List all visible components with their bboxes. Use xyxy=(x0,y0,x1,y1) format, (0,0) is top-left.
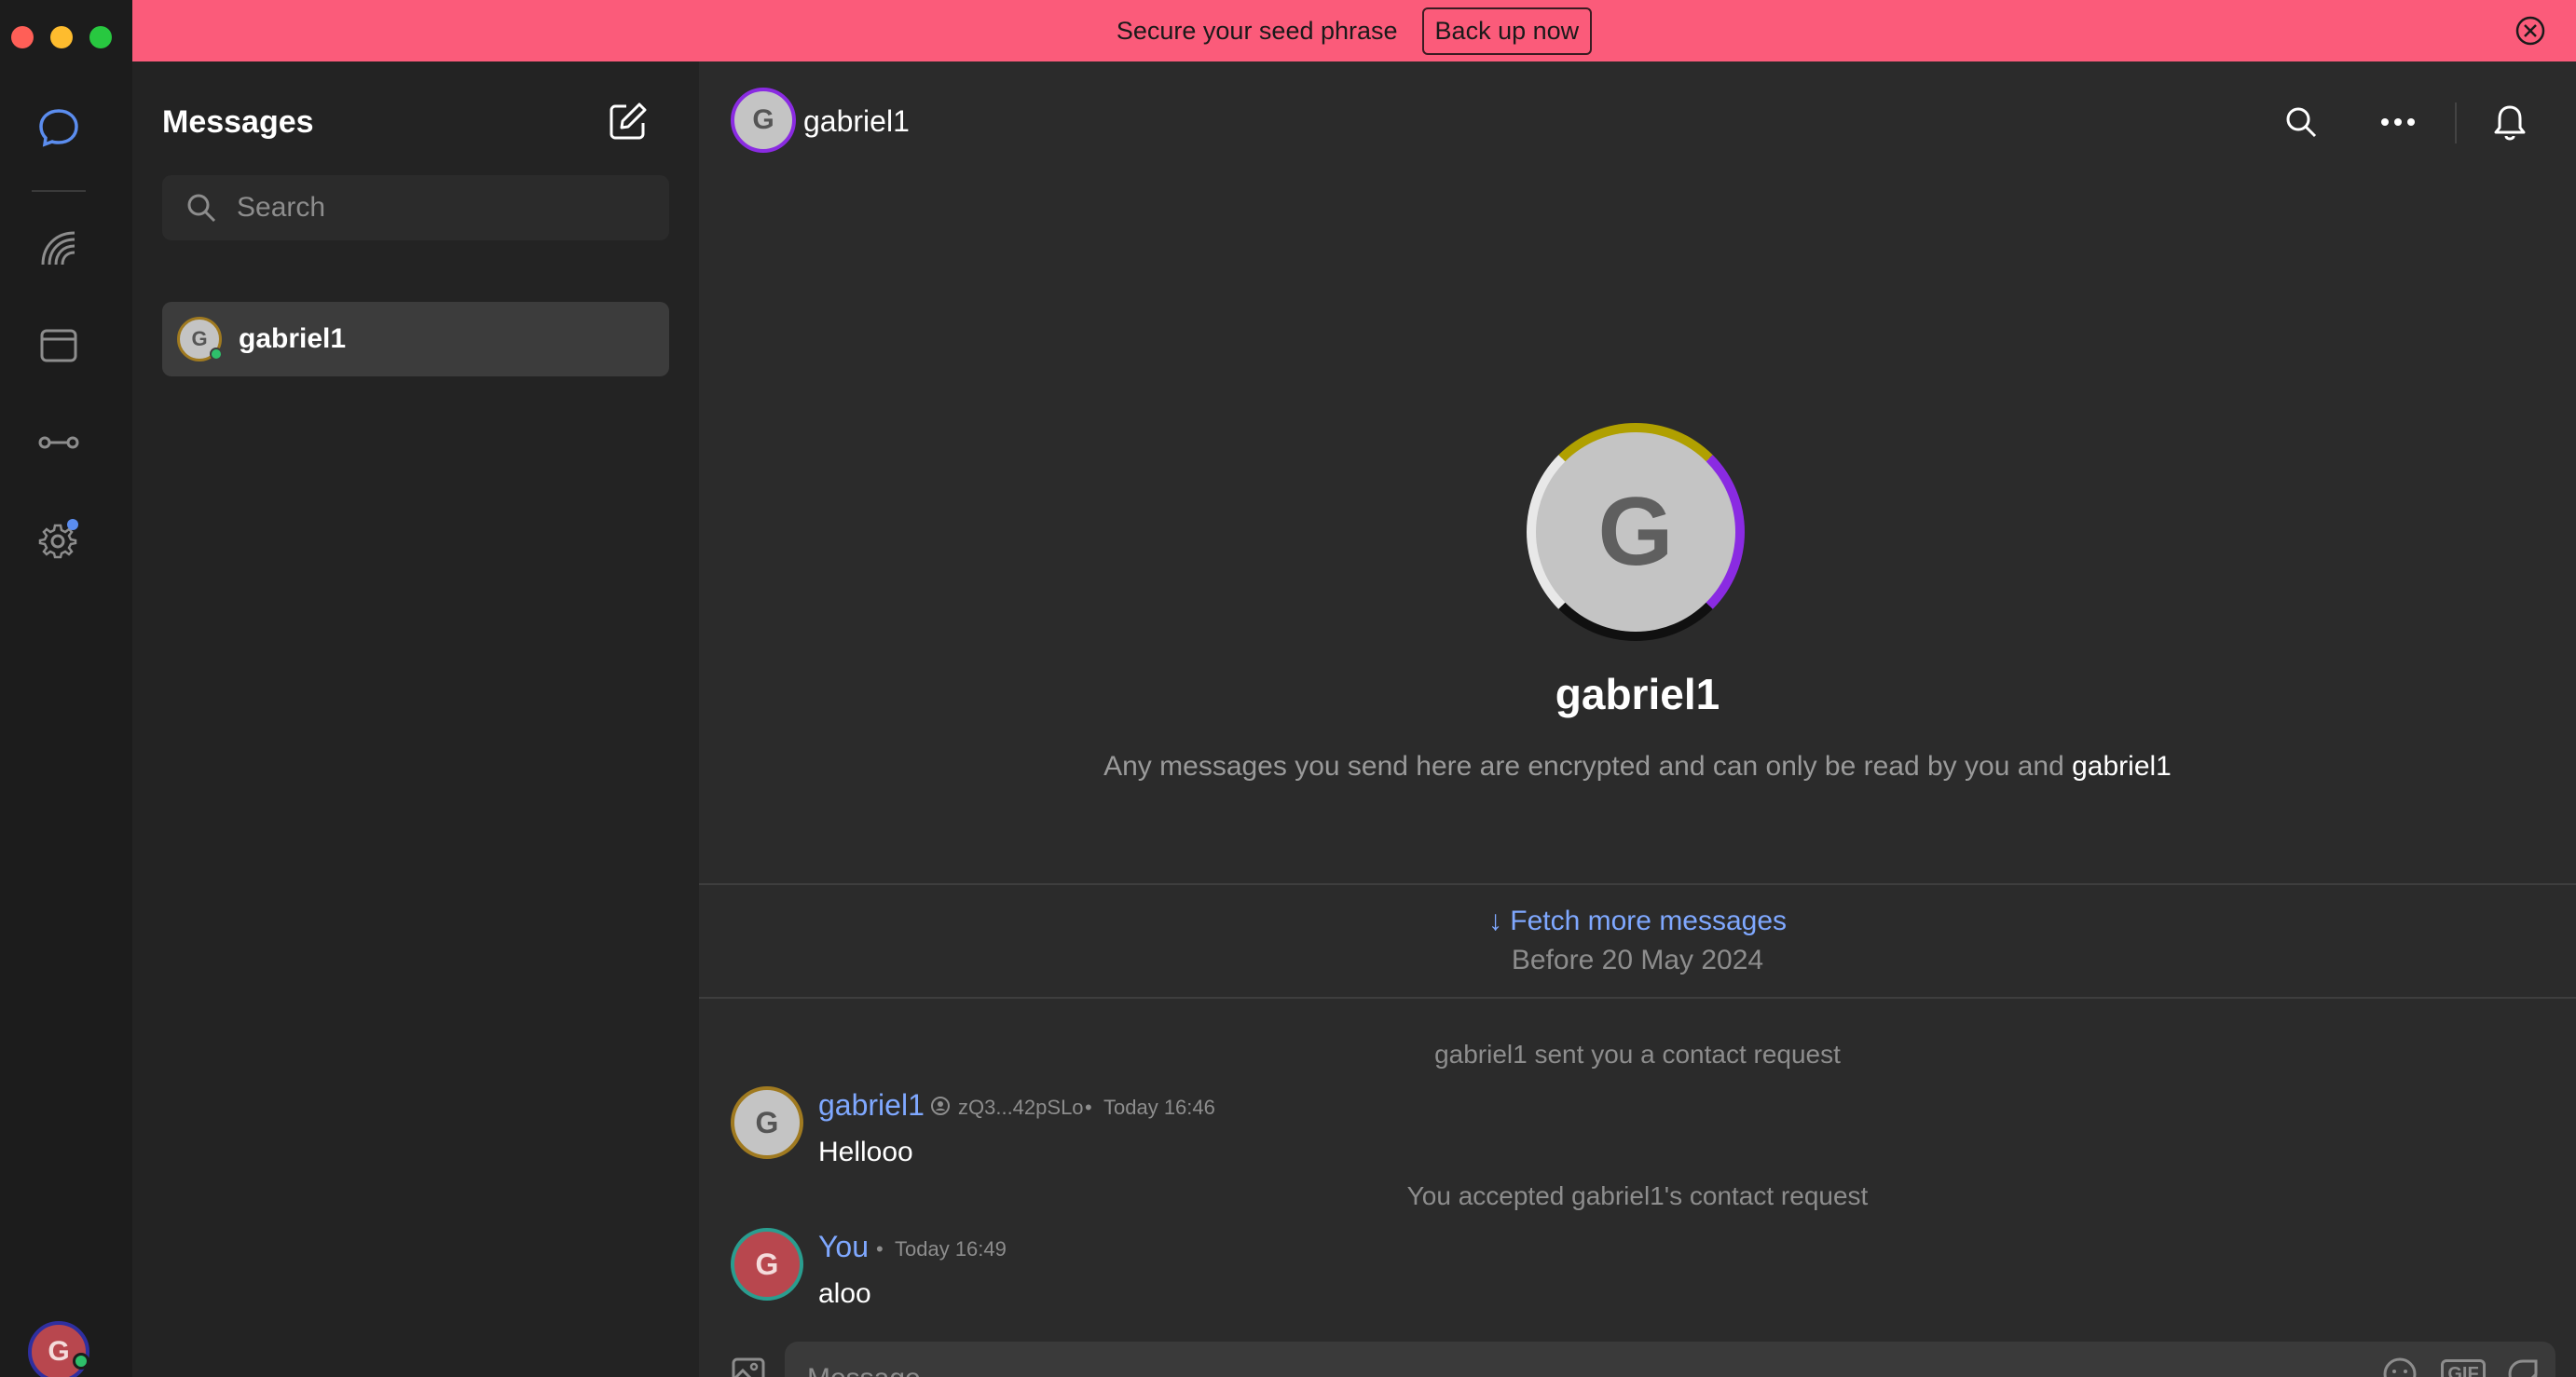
backup-banner: Secure your seed phrase Back up now xyxy=(132,0,2576,61)
search-input[interactable] xyxy=(237,192,647,224)
message-public-key: zQ3...42pSLo xyxy=(958,1096,1084,1119)
emoji-icon xyxy=(2383,1357,2417,1377)
search-chat-button[interactable] xyxy=(2278,99,2324,145)
chat-header: G gabriel1 xyxy=(699,61,2576,183)
settings-nav-button[interactable] xyxy=(32,512,86,566)
back-up-now-button[interactable]: Back up now xyxy=(1421,7,1593,55)
system-message: gabriel1 sent you a contact request xyxy=(1434,1040,1841,1069)
avatar-initial: G xyxy=(1597,477,1674,586)
rail-divider xyxy=(32,190,86,192)
sticker-button[interactable] xyxy=(2500,1351,2546,1377)
message-input[interactable] xyxy=(807,1363,2298,1377)
online-status-dot xyxy=(210,348,223,361)
rainbow-icon xyxy=(41,231,75,266)
communities-nav-button[interactable] xyxy=(32,222,86,276)
conversation-item[interactable]: G gabriel1 xyxy=(162,302,669,376)
avatar-initial: G xyxy=(752,104,774,135)
chat-nav-button[interactable] xyxy=(32,101,86,155)
search-icon xyxy=(2286,107,2317,138)
system-message: You accepted gabriel1's contact request xyxy=(1406,1181,1869,1210)
current-user-avatar[interactable]: G xyxy=(28,1321,89,1377)
message-avatar[interactable]: G xyxy=(731,1086,803,1159)
meta-separator: • xyxy=(1085,1096,1092,1119)
avatar-initial: G xyxy=(755,1247,779,1281)
notice-text: Any messages you send here are encrypted… xyxy=(1103,751,2064,782)
close-window-button[interactable] xyxy=(11,26,34,48)
gif-button[interactable]: GIF xyxy=(2440,1351,2487,1377)
message-time: Today 16:46 xyxy=(1103,1096,1215,1119)
wallet-icon xyxy=(40,329,77,362)
header-divider xyxy=(2455,102,2457,143)
wallet-nav-button[interactable] xyxy=(32,319,86,373)
notice-contact-name: gabriel1 xyxy=(2072,751,2172,782)
message-composer: GIF xyxy=(785,1342,2555,1377)
avatar-initial: G xyxy=(191,327,208,350)
maximize-window-button[interactable] xyxy=(89,26,112,48)
more-dots-icon xyxy=(2381,118,2415,126)
message-body: Hellooo xyxy=(818,1137,913,1167)
message-time: Today 16:49 xyxy=(895,1237,1007,1261)
minimize-window-button[interactable] xyxy=(50,26,73,48)
search-icon xyxy=(187,194,216,223)
contact-verified-icon xyxy=(931,1097,950,1115)
search-bar xyxy=(162,175,669,240)
conversation-name: gabriel1 xyxy=(239,323,347,354)
avatar-initial: G xyxy=(755,1105,779,1139)
compose-icon xyxy=(610,102,647,140)
avatar: G xyxy=(177,317,223,361)
window-controls xyxy=(11,26,112,48)
contact-avatar[interactable]: G xyxy=(731,88,796,153)
image-icon xyxy=(732,1357,765,1377)
notifications-button[interactable] xyxy=(2487,99,2533,145)
navigation-rail: G xyxy=(0,0,132,1377)
chat-bubble-icon xyxy=(39,109,78,147)
messages-sidebar: Messages G gabriel1 xyxy=(132,61,699,1377)
message-avatar[interactable]: G xyxy=(731,1228,803,1301)
emoji-button[interactable] xyxy=(2377,1351,2423,1377)
message-author[interactable]: You xyxy=(818,1230,869,1264)
sync-nav-button[interactable] xyxy=(32,416,86,470)
intro-name: gabriel1 xyxy=(1555,670,1720,718)
contact-name[interactable]: gabriel1 xyxy=(803,104,910,139)
gear-icon xyxy=(38,519,78,559)
encryption-notice: Any messages you send here are encrypted… xyxy=(699,751,2576,783)
online-status-dot xyxy=(73,1353,89,1370)
avatar-initial: G xyxy=(48,1336,70,1367)
banner-text: Secure your seed phrase xyxy=(1116,16,1398,45)
sidebar-title: Messages xyxy=(162,104,314,140)
chat-panel: G gabriel1 G gabriel1 Any messages you s… xyxy=(699,61,2576,1377)
new-message-button[interactable] xyxy=(606,99,651,143)
message-author[interactable]: gabriel1 xyxy=(818,1088,925,1123)
link-nodes-icon xyxy=(38,436,79,449)
gif-icon: GIF xyxy=(2441,1358,2486,1377)
close-icon[interactable] xyxy=(2514,15,2546,47)
fetch-date-label: Before 20 May 2024 xyxy=(1511,945,1764,975)
fetch-more-section: ↓ Fetch more messages Before 20 May 2024 xyxy=(699,883,2576,999)
message-body: aloo xyxy=(818,1278,871,1309)
meta-separator: • xyxy=(876,1237,884,1261)
sticker-icon xyxy=(2508,1359,2538,1377)
more-options-button[interactable] xyxy=(2375,99,2421,145)
app-window: G Secure your seed phrase Back up now Me… xyxy=(0,0,2576,1377)
intro-avatar: G xyxy=(1527,423,1745,641)
fetch-more-messages-link[interactable]: ↓ Fetch more messages xyxy=(1488,906,1787,937)
bell-icon xyxy=(2494,105,2526,141)
attach-image-button[interactable] xyxy=(725,1349,772,1377)
